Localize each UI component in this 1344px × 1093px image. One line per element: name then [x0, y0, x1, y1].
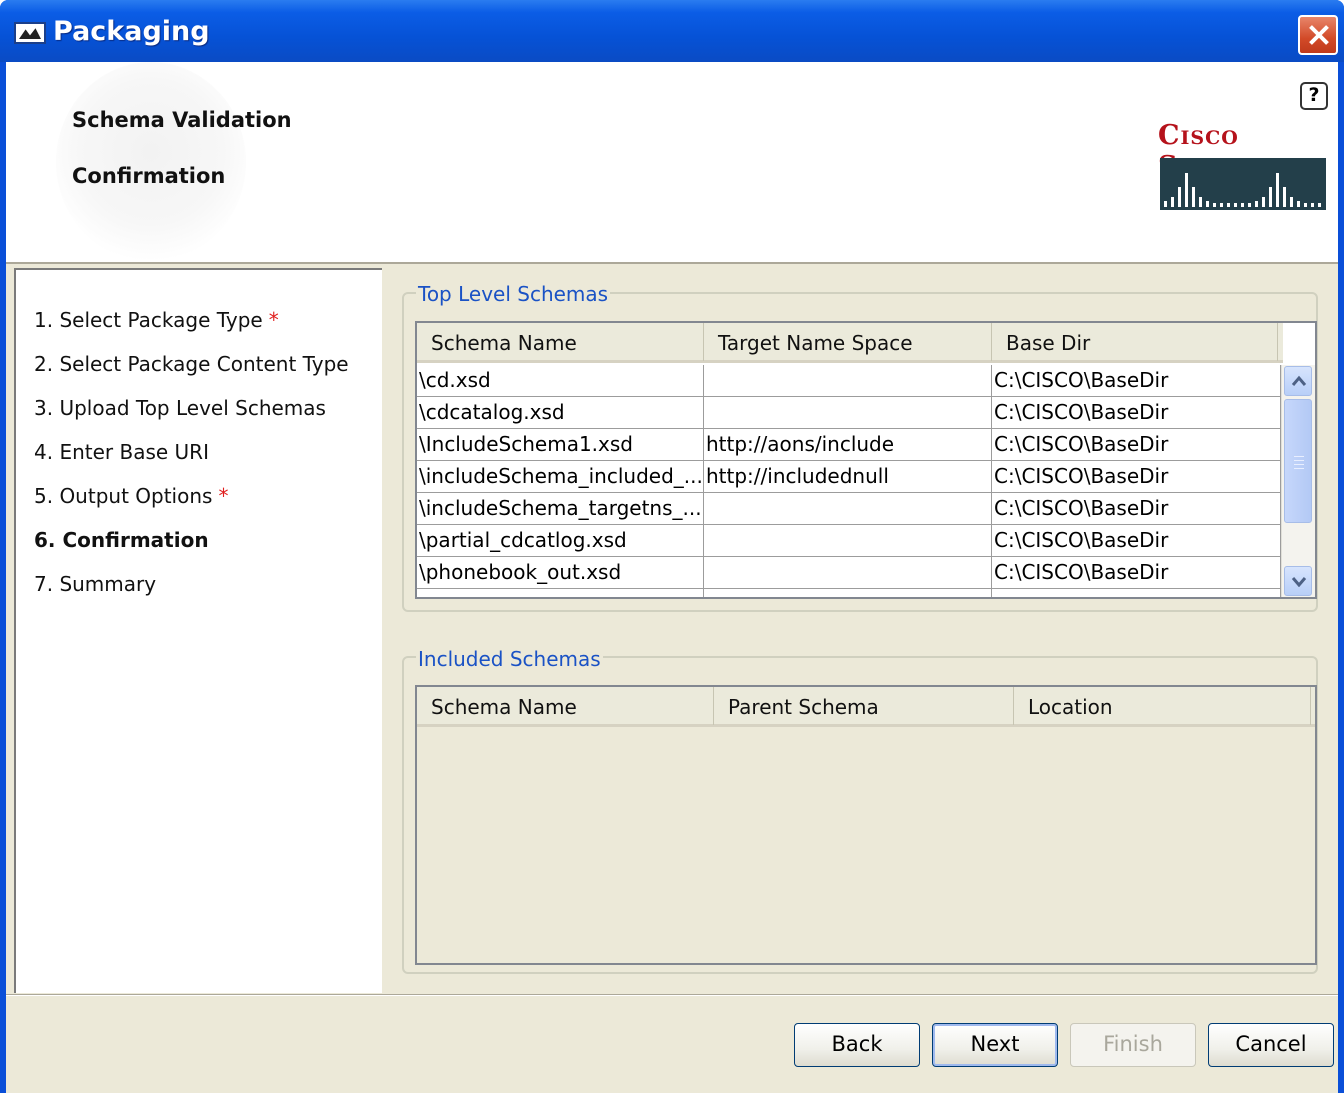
- cell-target-name-space: [704, 397, 992, 429]
- cancel-button[interactable]: Cancel: [1208, 1023, 1334, 1067]
- wizard-steps-sidebar: 1. Select Package Type * 2. Select Packag…: [14, 268, 382, 993]
- footer-divider: [6, 994, 1338, 996]
- cell-target-name-space: http://includednull: [704, 461, 992, 493]
- table-row[interactable]: \IncludeSchema1.xsd http://aons/include C:…: [417, 429, 1281, 461]
- cell-schema-name: \cd.xsd: [417, 365, 704, 397]
- step-label: 5. Output Options: [34, 484, 213, 508]
- wizard-header: Schema Validation Confirmation ? Cisco S…: [6, 62, 1338, 264]
- column-header-schema-name[interactable]: Schema Name: [417, 323, 704, 361]
- packaging-window: Packaging Schema Validation Confirmation…: [0, 0, 1344, 1093]
- app-icon: [14, 22, 46, 44]
- scroll-down-button[interactable]: [1284, 566, 1312, 596]
- table-row[interactable]: \includeSchema_included_... http://includ…: [417, 461, 1281, 493]
- cell-schema-name: \partial_cdcatlog.xsd: [417, 525, 704, 557]
- step-label: 7. Summary: [34, 572, 157, 596]
- table-row[interactable]: \cdcatalog.xsd C:\CISCO\BaseDir: [417, 397, 1281, 429]
- cell-base-dir: C:\CISCO\BaseDir: [992, 493, 1281, 525]
- included-schemas-label: Included Schemas: [416, 647, 603, 671]
- window-title: Packaging: [53, 16, 210, 47]
- cell-target-name-space: [704, 557, 992, 589]
- scroll-thumb[interactable]: [1284, 399, 1312, 523]
- required-marker: *: [218, 484, 229, 508]
- cell-target-name-space: [704, 525, 992, 557]
- cell-target-name-space: [704, 365, 992, 397]
- chevron-down-icon: [1291, 577, 1307, 587]
- column-header-schema-name[interactable]: Schema Name: [417, 687, 714, 725]
- cisco-logo-bars: [1160, 158, 1326, 210]
- chevron-up-icon: [1291, 375, 1307, 386]
- help-icon[interactable]: ?: [1300, 82, 1328, 110]
- finish-button[interactable]: Finish: [1070, 1023, 1196, 1067]
- cell-partial: [704, 589, 992, 597]
- required-marker: *: [268, 308, 279, 332]
- step-label: 1. Select Package Type: [34, 308, 263, 332]
- top-level-schemas-label: Top Level Schemas: [416, 282, 611, 306]
- table-header: Schema Name Parent Schema Location: [417, 687, 1315, 727]
- column-header-location[interactable]: Location: [1014, 687, 1311, 725]
- cell-base-dir: C:\CISCO\BaseDir: [992, 557, 1281, 589]
- step-label: 6. Confirmation: [34, 528, 209, 552]
- cell-schema-name: \phonebook_out.xsd: [417, 557, 704, 589]
- cell-partial: [992, 589, 1281, 597]
- cell-schema-name: \includeSchema_included_...: [417, 461, 704, 493]
- step-output-options[interactable]: 5. Output Options *: [34, 484, 228, 508]
- empty-table-body: [417, 730, 1315, 963]
- column-header-base-dir[interactable]: Base Dir: [992, 323, 1278, 361]
- step-confirmation[interactable]: 6. Confirmation: [34, 528, 209, 552]
- cell-base-dir: C:\CISCO\BaseDir: [992, 397, 1281, 429]
- step-summary[interactable]: 7. Summary: [34, 572, 156, 596]
- title-bar[interactable]: Packaging: [0, 0, 1344, 62]
- table-row-partial: [417, 589, 1281, 597]
- cell-target-name-space: [704, 493, 992, 525]
- step-label: 2. Select Package Content Type: [34, 352, 349, 376]
- cell-schema-name: \cdcatalog.xsd: [417, 397, 704, 429]
- step-label: 3. Upload Top Level Schemas: [34, 396, 326, 420]
- cell-base-dir: C:\CISCO\BaseDir: [992, 429, 1281, 461]
- vertical-scrollbar[interactable]: [1281, 365, 1315, 597]
- step-label: 4. Enter Base URI: [34, 440, 209, 464]
- step-upload-top-level-schemas[interactable]: 3. Upload Top Level Schemas: [34, 396, 326, 420]
- cell-schema-name: \includeSchema_targetns_...: [417, 493, 704, 525]
- cell-partial: [417, 589, 704, 597]
- step-select-package-type[interactable]: 1. Select Package Type *: [34, 308, 279, 332]
- step-enter-base-uri[interactable]: 4. Enter Base URI: [34, 440, 209, 464]
- next-button[interactable]: Next: [932, 1023, 1058, 1067]
- cell-base-dir: C:\CISCO\BaseDir: [992, 461, 1281, 493]
- close-button[interactable]: [1298, 15, 1338, 55]
- top-level-schemas-table: Schema Name Target Name Space Base Dir \…: [415, 321, 1317, 599]
- included-schemas-table: Schema Name Parent Schema Location: [415, 685, 1317, 965]
- client-area: Schema Validation Confirmation ? Cisco S…: [6, 62, 1338, 1093]
- header-title-confirmation: Confirmation: [72, 164, 226, 188]
- header-title-schema-validation: Schema Validation: [72, 108, 292, 132]
- column-header-parent-schema[interactable]: Parent Schema: [714, 687, 1014, 725]
- cell-base-dir: C:\CISCO\BaseDir: [992, 365, 1281, 397]
- table-row[interactable]: \cd.xsd C:\CISCO\BaseDir: [417, 365, 1281, 397]
- column-header-target-name-space[interactable]: Target Name Space: [704, 323, 992, 361]
- table-row[interactable]: \includeSchema_targetns_... C:\CISCO\Base…: [417, 493, 1281, 525]
- cell-target-name-space: http://aons/include: [704, 429, 992, 461]
- cell-schema-name: \IncludeSchema1.xsd: [417, 429, 704, 461]
- cell-base-dir: C:\CISCO\BaseDir: [992, 525, 1281, 557]
- back-button[interactable]: Back: [794, 1023, 920, 1067]
- step-select-package-content-type[interactable]: 2. Select Package Content Type: [34, 352, 349, 376]
- scroll-up-button[interactable]: [1284, 366, 1312, 396]
- watermark-graphic: [56, 62, 246, 262]
- table-header: Schema Name Target Name Space Base Dir: [417, 323, 1283, 363]
- table-row[interactable]: \phonebook_out.xsd C:\CISCO\BaseDir: [417, 557, 1281, 589]
- table-row[interactable]: \partial_cdcatlog.xsd C:\CISCO\BaseDir: [417, 525, 1281, 557]
